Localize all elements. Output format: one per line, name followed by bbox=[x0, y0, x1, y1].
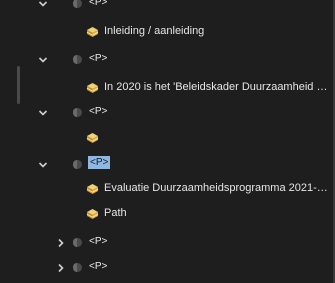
content-label: Path bbox=[104, 207, 127, 219]
chevron-right-icon[interactable] bbox=[56, 238, 66, 248]
tag-marker-icon bbox=[73, 238, 82, 247]
tag-label: <P> bbox=[89, 53, 108, 64]
scrollbar-thumb[interactable] bbox=[17, 66, 20, 104]
content-label: Evaluatie Duurzaamheidsprogramma 2021-20… bbox=[104, 182, 329, 194]
tree-tag-row[interactable]: <P> bbox=[0, 257, 335, 279]
content-container-icon bbox=[86, 26, 99, 37]
content-container-icon bbox=[86, 82, 99, 93]
tree-tag-row[interactable]: <P> bbox=[0, 0, 335, 15]
content-container-icon bbox=[86, 208, 99, 219]
chevron-down-icon[interactable] bbox=[38, 108, 48, 118]
chevron-right-icon[interactable] bbox=[56, 263, 66, 273]
tree-tag-row[interactable]: <P> bbox=[0, 232, 335, 254]
chevron-down-icon[interactable] bbox=[38, 160, 48, 170]
tag-label: <P> bbox=[89, 261, 108, 272]
content-container-icon bbox=[86, 132, 99, 143]
tree-tag-row-selected[interactable]: <P> bbox=[0, 154, 335, 176]
chevron-down-icon[interactable] bbox=[38, 55, 48, 65]
tag-label: <P> bbox=[89, 0, 108, 8]
tag-marker-icon bbox=[73, 160, 82, 169]
content-label: Inleiding / aanleiding bbox=[104, 25, 205, 37]
tree-content-row[interactable]: Path bbox=[0, 203, 335, 225]
tree-tag-row[interactable]: <P> bbox=[0, 102, 335, 124]
tree-content-row[interactable]: In 2020 is het 'Beleidskader Duurzaamhei… bbox=[0, 77, 335, 99]
tag-marker-icon bbox=[73, 263, 82, 272]
tree-content-row[interactable]: Inleiding / aanleiding bbox=[0, 21, 335, 43]
chevron-down-icon[interactable] bbox=[38, 0, 48, 9]
tag-marker-icon bbox=[73, 108, 82, 117]
tag-label-selected: <P> bbox=[88, 156, 111, 169]
tree-content-row[interactable]: Evaluatie Duurzaamheidsprogramma 2021-20… bbox=[0, 178, 335, 200]
tree-tag-row[interactable]: <P> bbox=[0, 49, 335, 71]
content-label: In 2020 is het 'Beleidskader Duurzaamhei… bbox=[104, 81, 332, 93]
tag-marker-icon bbox=[73, 55, 82, 64]
tree-content-row[interactable] bbox=[0, 127, 335, 149]
tag-label: <P> bbox=[89, 236, 108, 247]
tags-tree-panel: <P> Inleiding / aanleiding <P> In 2020 i… bbox=[0, 0, 335, 283]
content-container-icon bbox=[86, 183, 99, 194]
tag-marker-icon bbox=[73, 0, 82, 8]
tag-label: <P> bbox=[89, 106, 108, 117]
